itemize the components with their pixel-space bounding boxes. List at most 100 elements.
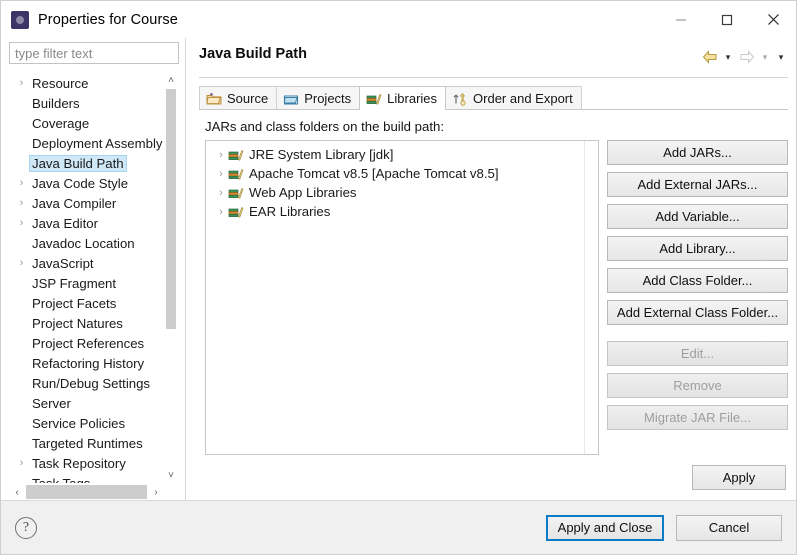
minimize-icon[interactable] bbox=[658, 1, 704, 38]
sidebar-item-targeted-runtimes[interactable]: Targeted Runtimes bbox=[10, 433, 163, 453]
scroll-down-icon[interactable]: ˅ bbox=[164, 467, 178, 483]
tab-libraries[interactable]: Libraries bbox=[359, 86, 447, 110]
cancel-button[interactable]: Cancel bbox=[676, 514, 782, 541]
sidebar-item-coverage[interactable]: Coverage bbox=[10, 113, 163, 133]
sidebar-item-server[interactable]: Server bbox=[10, 393, 163, 413]
projects-icon bbox=[283, 91, 299, 107]
pane-main: › JRE System Library [jdk] › Apache Tomcat … bbox=[205, 140, 788, 455]
add-jars-button[interactable]: Add JARs... bbox=[607, 140, 788, 165]
back-arrow-icon[interactable] bbox=[700, 48, 719, 66]
chevron-right-icon[interactable]: › bbox=[14, 197, 29, 209]
forward-arrow-icon bbox=[737, 48, 756, 66]
footer-buttons: Apply and Close Cancel bbox=[546, 514, 782, 541]
sidebar-item-label: Coverage bbox=[32, 115, 90, 131]
tab-source[interactable]: Source bbox=[199, 86, 278, 110]
apply-row: Apply bbox=[205, 455, 788, 500]
chevron-right-icon[interactable]: › bbox=[14, 257, 29, 269]
sidebar-item-refactoring-history[interactable]: Refactoring History bbox=[10, 353, 163, 373]
sidebar-item-resource[interactable]: › Resource bbox=[10, 73, 163, 93]
filter-input[interactable] bbox=[9, 42, 179, 64]
apply-and-close-button[interactable]: Apply and Close bbox=[546, 514, 664, 541]
add-class-folder-button[interactable]: Add Class Folder... bbox=[607, 268, 788, 293]
apply-button[interactable]: Apply bbox=[692, 465, 786, 490]
close-icon[interactable] bbox=[750, 1, 796, 38]
sidebar-item-label: Deployment Assembly bbox=[32, 135, 163, 151]
chevron-right-icon[interactable]: › bbox=[214, 149, 228, 161]
scroll-right-icon[interactable]: › bbox=[148, 487, 164, 498]
sidebar-item-project-natures[interactable]: Project Natures bbox=[10, 313, 163, 333]
tab-divider bbox=[199, 109, 788, 110]
scroll-left-icon[interactable]: ‹ bbox=[9, 487, 25, 498]
view-menu-caret-icon[interactable]: ▾ bbox=[774, 48, 788, 66]
sidebar-item-label: Targeted Runtimes bbox=[32, 435, 143, 451]
button-spacer bbox=[607, 366, 788, 373]
forward-menu-caret-icon[interactable]: ▾ bbox=[758, 48, 772, 66]
window-controls bbox=[658, 1, 796, 38]
library-item[interactable]: › Web App Libraries bbox=[206, 183, 584, 202]
library-item[interactable]: › EAR Libraries bbox=[206, 202, 584, 221]
add-external-class-folder-button[interactable]: Add External Class Folder... bbox=[607, 300, 788, 325]
tab-label: Projects bbox=[304, 91, 352, 106]
sidebar-item-project-references[interactable]: Project References bbox=[10, 333, 163, 353]
sidebar-tree-wrapper: › Resource Builders Coverage Deployment Asse… bbox=[9, 71, 179, 484]
library-item-label: Web App Libraries bbox=[249, 185, 357, 200]
add-variable-button[interactable]: Add Variable... bbox=[607, 204, 788, 229]
chevron-right-icon[interactable]: › bbox=[214, 168, 228, 180]
chevron-right-icon[interactable]: › bbox=[14, 77, 29, 89]
sidebar-item-java-build-path[interactable]: Java Build Path bbox=[10, 153, 163, 173]
scroll-up-icon[interactable]: ˄ bbox=[164, 72, 178, 88]
back-menu-caret-icon[interactable]: ▾ bbox=[721, 48, 735, 66]
sidebar-item-builders[interactable]: Builders bbox=[10, 93, 163, 113]
sidebar-item-label: Java Code Style bbox=[32, 175, 129, 191]
properties-dialog: Properties for Course ›ResourceBuildersC… bbox=[0, 0, 797, 555]
library-item[interactable]: › Apache Tomcat v8.5 [Apache Tomcat v8.5] bbox=[206, 164, 584, 183]
sidebar-item-java-code-style[interactable]: › Java Code Style bbox=[10, 173, 163, 193]
chevron-right-icon[interactable]: › bbox=[214, 187, 228, 199]
button-spacer bbox=[607, 229, 788, 236]
sidebar-item-javadoc-location[interactable]: Javadoc Location bbox=[10, 233, 163, 253]
sidebar-item-jsp-fragment[interactable]: JSP Fragment bbox=[10, 273, 163, 293]
add-library-button[interactable]: Add Library... bbox=[607, 236, 788, 261]
sidebar-hscroll-thumb[interactable] bbox=[26, 485, 147, 499]
library-item-label: Apache Tomcat v8.5 [Apache Tomcat v8.5] bbox=[249, 166, 499, 181]
maximize-icon[interactable] bbox=[704, 1, 750, 38]
sidebar-item-label: Task Repository bbox=[32, 455, 126, 471]
sidebar-item-java-compiler[interactable]: › Java Compiler bbox=[10, 193, 163, 213]
navigation-buttons: ▾ ▾ ▾ bbox=[700, 46, 788, 66]
button-spacer bbox=[607, 165, 788, 172]
window-title: Properties for Course bbox=[38, 11, 178, 28]
sidebar-item-javascript[interactable]: › JavaScript bbox=[10, 253, 163, 273]
dialog-footer: ? Apply and Close Cancel bbox=[1, 500, 796, 554]
libraries-list-box[interactable]: › JRE System Library [jdk] › Apache Tomcat … bbox=[205, 140, 599, 455]
sidebar-item-label: Java Build Path bbox=[29, 154, 127, 172]
chevron-right-icon[interactable]: › bbox=[214, 206, 228, 218]
sidebar-item-label: Resource bbox=[32, 75, 89, 91]
sidebar-vertical-scrollbar[interactable]: ˄ ˅ bbox=[163, 72, 178, 483]
libraries-pane: JARs and class folders on the build path… bbox=[199, 111, 788, 500]
sidebar-item-task-repository[interactable]: › Task Repository bbox=[10, 453, 163, 473]
sidebar-scroll-thumb[interactable] bbox=[166, 89, 176, 329]
sidebar-item-service-policies[interactable]: Service Policies bbox=[10, 413, 163, 433]
sidebar-item-run-debug-settings[interactable]: Run/Debug Settings bbox=[10, 373, 163, 393]
add-external-jars-button[interactable]: Add External JARs... bbox=[607, 172, 788, 197]
help-icon[interactable]: ? bbox=[15, 516, 37, 539]
tab-label: Libraries bbox=[387, 91, 438, 106]
source-folder-icon bbox=[206, 91, 222, 107]
page-title: Java Build Path bbox=[199, 46, 307, 62]
chevron-right-icon[interactable]: › bbox=[14, 457, 29, 469]
sidebar-item-java-editor[interactable]: › Java Editor bbox=[10, 213, 163, 233]
button-spacer bbox=[607, 197, 788, 204]
sidebar-item-project-facets[interactable]: Project Facets bbox=[10, 293, 163, 313]
tab-bar: Source Projects Libraries Order and Export bbox=[199, 85, 788, 110]
tab-projects[interactable]: Projects bbox=[276, 86, 361, 110]
remove-button: Remove bbox=[607, 373, 788, 398]
sidebar-horizontal-scrollbar[interactable]: ‹ › bbox=[9, 484, 164, 500]
chevron-right-icon[interactable]: › bbox=[14, 177, 29, 189]
button-spacer bbox=[607, 261, 788, 268]
sidebar-item-deployment-assembly[interactable]: Deployment Assembly bbox=[10, 133, 163, 153]
library-item[interactable]: › JRE System Library [jdk] bbox=[206, 145, 584, 164]
chevron-right-icon[interactable]: › bbox=[14, 217, 29, 229]
tab-order-and-export[interactable]: Order and Export bbox=[445, 86, 582, 110]
libraries-vertical-scrollbar[interactable] bbox=[584, 141, 598, 454]
sidebar-item-task-tags[interactable]: Task Tags bbox=[10, 473, 163, 484]
